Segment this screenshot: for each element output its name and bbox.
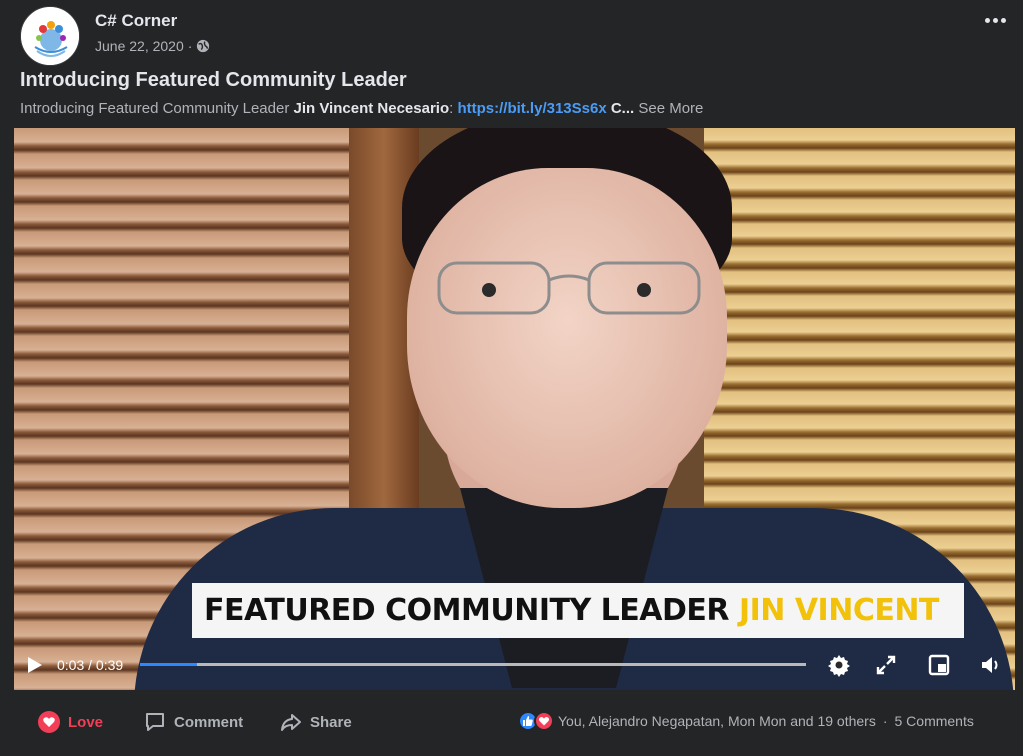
see-more-link[interactable]: See More	[634, 100, 703, 117]
progress-bar[interactable]	[140, 663, 806, 666]
share-icon	[281, 714, 301, 731]
video-time: 0:03 / 0:39	[57, 657, 123, 673]
reactions-text: You, Alejandro Negapatan, Mon Mon and 19…	[558, 713, 876, 729]
globe-icon[interactable]	[196, 39, 210, 53]
glasses-icon	[437, 261, 701, 315]
love-button[interactable]: Love	[38, 710, 103, 734]
reactions-summary[interactable]: You, Alejandro Negapatan, Mon Mon and 19…	[518, 711, 974, 731]
page-name-link[interactable]: C# Corner	[95, 11, 177, 31]
speaker-face	[407, 168, 727, 508]
progress-fill	[140, 663, 197, 666]
post-description: Introducing Featured Community Leader Ji…	[20, 100, 703, 117]
banner-text: FEATURED COMMUNITY LEADER	[204, 593, 729, 628]
post-title: Introducing Featured Community Leader	[20, 69, 407, 91]
picture-in-picture-icon[interactable]	[925, 651, 953, 679]
banner-highlight: JIN VINCENT	[738, 593, 939, 628]
post-card: C# Corner June 22, 2020 · Introducing Fe…	[0, 0, 1023, 756]
settings-icon[interactable]	[825, 651, 853, 679]
short-link[interactable]: https://bit.ly/313Ss6x	[457, 100, 606, 117]
love-reaction-icon	[38, 711, 60, 733]
share-label: Share	[310, 713, 352, 731]
post-meta: June 22, 2020 ·	[95, 38, 210, 54]
video-controls: 0:03 / 0:39	[14, 638, 1015, 690]
duration: 0:39	[95, 657, 124, 673]
reactions-separator: ·	[882, 713, 888, 729]
comment-icon	[146, 713, 164, 731]
fullscreen-icon[interactable]	[872, 651, 900, 679]
leader-name: Jin Vincent Necesario	[293, 100, 450, 117]
action-bar: Love Comment Share You, Alejandro Negapa…	[0, 690, 1023, 756]
meta-separator: ·	[187, 38, 193, 54]
love-label: Love	[68, 713, 104, 731]
post-date[interactable]: June 22, 2020	[95, 38, 184, 54]
play-icon[interactable]	[26, 656, 44, 674]
more-options-icon[interactable]	[981, 8, 1009, 32]
share-button[interactable]: Share	[280, 710, 352, 734]
time-separator: /	[84, 657, 96, 673]
video-player[interactable]: FEATURED COMMUNITY LEADER JIN VINCENT 0:…	[14, 128, 1015, 690]
comment-label: Comment	[174, 713, 244, 731]
volume-icon[interactable]	[977, 651, 1005, 679]
description-trail: C...	[606, 100, 635, 117]
csharp-corner-logo-icon	[21, 7, 79, 65]
current-time: 0:03	[57, 657, 85, 673]
lower-third-banner: FEATURED COMMUNITY LEADER JIN VINCENT	[192, 583, 964, 638]
comments-count-link[interactable]: 5 Comments	[895, 713, 974, 729]
description-prefix: Introducing Featured Community Leader	[20, 100, 294, 117]
page-avatar[interactable]	[20, 6, 80, 66]
love-count-icon	[534, 711, 554, 731]
comment-button[interactable]: Comment	[144, 710, 243, 734]
